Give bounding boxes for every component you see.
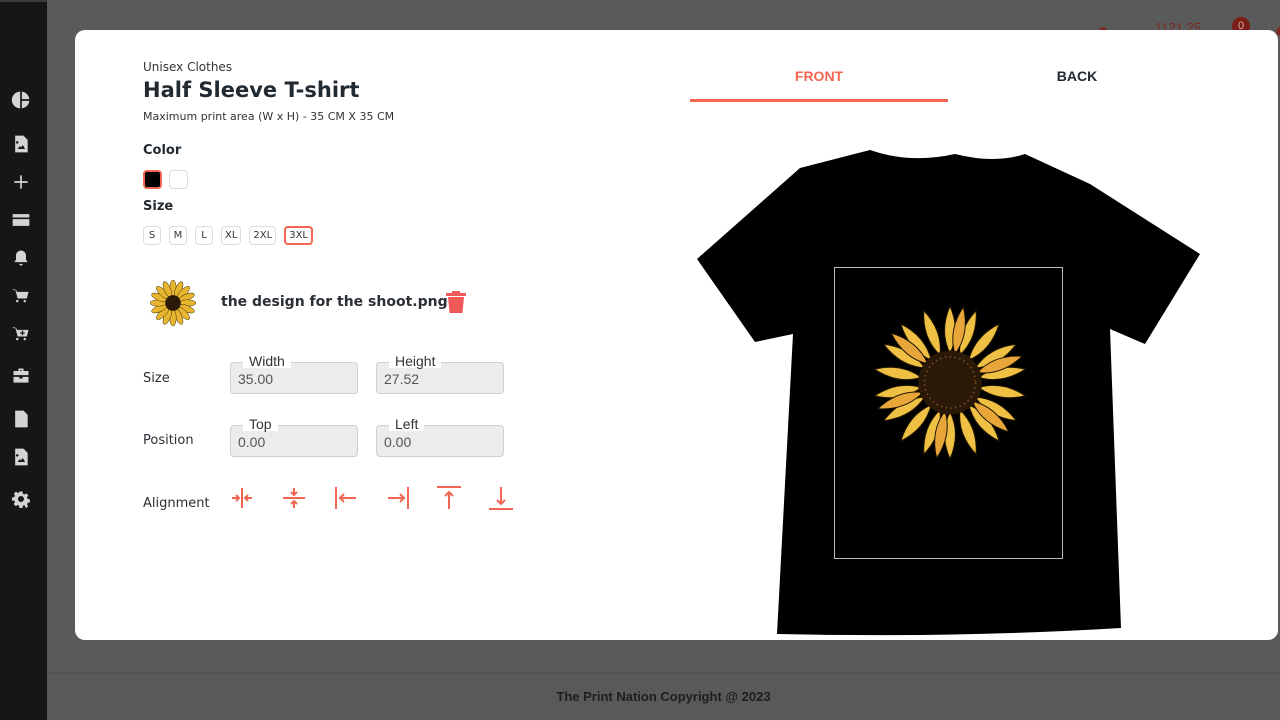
size-option-l[interactable]: L [195, 226, 213, 245]
align-bottom-icon [489, 487, 513, 510]
sidebar-item-designs[interactable] [9, 132, 33, 156]
product-title: Half Sleeve T-shirt [143, 78, 360, 102]
tab-front[interactable]: FRONT [690, 60, 948, 102]
top-bar: 1121.25 0 [47, 0, 1280, 36]
credit-card-icon [12, 214, 30, 226]
cart-icon [12, 289, 29, 303]
size-option-3xl[interactable]: 3XL [284, 226, 314, 245]
product-category: Unisex Clothes [143, 60, 233, 74]
bell-icon [14, 250, 28, 266]
image-file-icon [15, 448, 28, 466]
align-right-button[interactable] [384, 484, 412, 512]
align-top-icon [437, 486, 461, 509]
pie-chart-icon [11, 91, 30, 109]
size-option-m[interactable]: M [169, 226, 187, 245]
height-field[interactable]: Height [376, 354, 504, 394]
delete-design-button[interactable] [445, 290, 467, 314]
sidebar-item-notifications[interactable] [9, 246, 33, 270]
sidebar-item-add[interactable] [9, 170, 33, 194]
copyright-text: The Print Nation Copyright @ 2023 [556, 689, 771, 704]
color-swatch-black[interactable] [143, 170, 162, 189]
position-row-label: Position [143, 433, 194, 448]
top-field[interactable]: Top [230, 417, 358, 457]
align-left-icon [335, 487, 356, 509]
product-design-modal: Unisex Clothes Half Sleeve T-shirt Maxim… [75, 30, 1278, 640]
align-left-button[interactable] [332, 484, 360, 512]
align-right-icon [388, 487, 409, 509]
size-option-xl[interactable]: XL [221, 226, 242, 245]
size-option-s[interactable]: S [143, 226, 161, 245]
cart-plus-icon [12, 327, 29, 341]
align-center-horizontal-button[interactable] [228, 484, 256, 512]
align-center-vertical-icon [283, 488, 305, 508]
color-label: Color [143, 143, 182, 158]
product-config-panel: Unisex Clothes Half Sleeve T-shirt Maxim… [143, 30, 703, 640]
plus-icon [14, 175, 28, 189]
align-top-button[interactable] [435, 484, 463, 512]
image-file-icon [15, 135, 28, 153]
align-center-horizontal-icon [232, 488, 252, 508]
file-icon [15, 410, 28, 428]
view-tabs: FRONT BACK [690, 60, 1207, 102]
sidebar-item-add-to-cart[interactable] [9, 322, 33, 346]
sidebar-item-settings[interactable] [9, 487, 33, 511]
alignment-label: Alignment [143, 496, 210, 511]
top-label: Top [243, 417, 278, 431]
sidebar [0, 0, 47, 720]
height-input[interactable] [384, 371, 494, 387]
tab-back[interactable]: BACK [948, 60, 1206, 102]
sidebar-item-documents[interactable] [9, 407, 33, 431]
align-center-vertical-button[interactable] [280, 484, 308, 512]
gear-icon [11, 491, 30, 509]
sidebar-item-gallery[interactable] [9, 445, 33, 469]
footer: The Print Nation Copyright @ 2023 [47, 672, 1280, 720]
sidebar-item-dashboard[interactable] [9, 88, 33, 112]
print-area-info: Maximum print area (W x H) - 35 CM X 35 … [143, 110, 395, 123]
height-label: Height [389, 354, 442, 368]
size-label: Size [143, 199, 174, 214]
design-on-shirt[interactable] [870, 300, 1030, 465]
color-swatch-white[interactable] [169, 170, 188, 189]
align-bottom-button[interactable] [487, 484, 515, 512]
width-label: Width [243, 354, 291, 368]
left-field[interactable]: Left [376, 417, 504, 457]
left-input[interactable] [384, 434, 494, 450]
briefcase-icon [13, 368, 29, 383]
design-file-name: the design for the shoot.png [221, 294, 448, 310]
left-label: Left [389, 417, 425, 431]
sidebar-item-orders[interactable] [9, 364, 33, 388]
size-option-2xl[interactable]: 2XL [249, 226, 277, 245]
sidebar-item-cart[interactable] [9, 284, 33, 308]
top-input[interactable] [238, 434, 348, 450]
size-row-label: Size [143, 371, 170, 386]
width-field[interactable]: Width [230, 354, 358, 394]
design-thumbnail [150, 280, 196, 326]
size-options: S M L XL 2XL 3XL [143, 226, 314, 245]
width-input[interactable] [238, 371, 348, 387]
sidebar-item-payments[interactable] [9, 208, 33, 232]
